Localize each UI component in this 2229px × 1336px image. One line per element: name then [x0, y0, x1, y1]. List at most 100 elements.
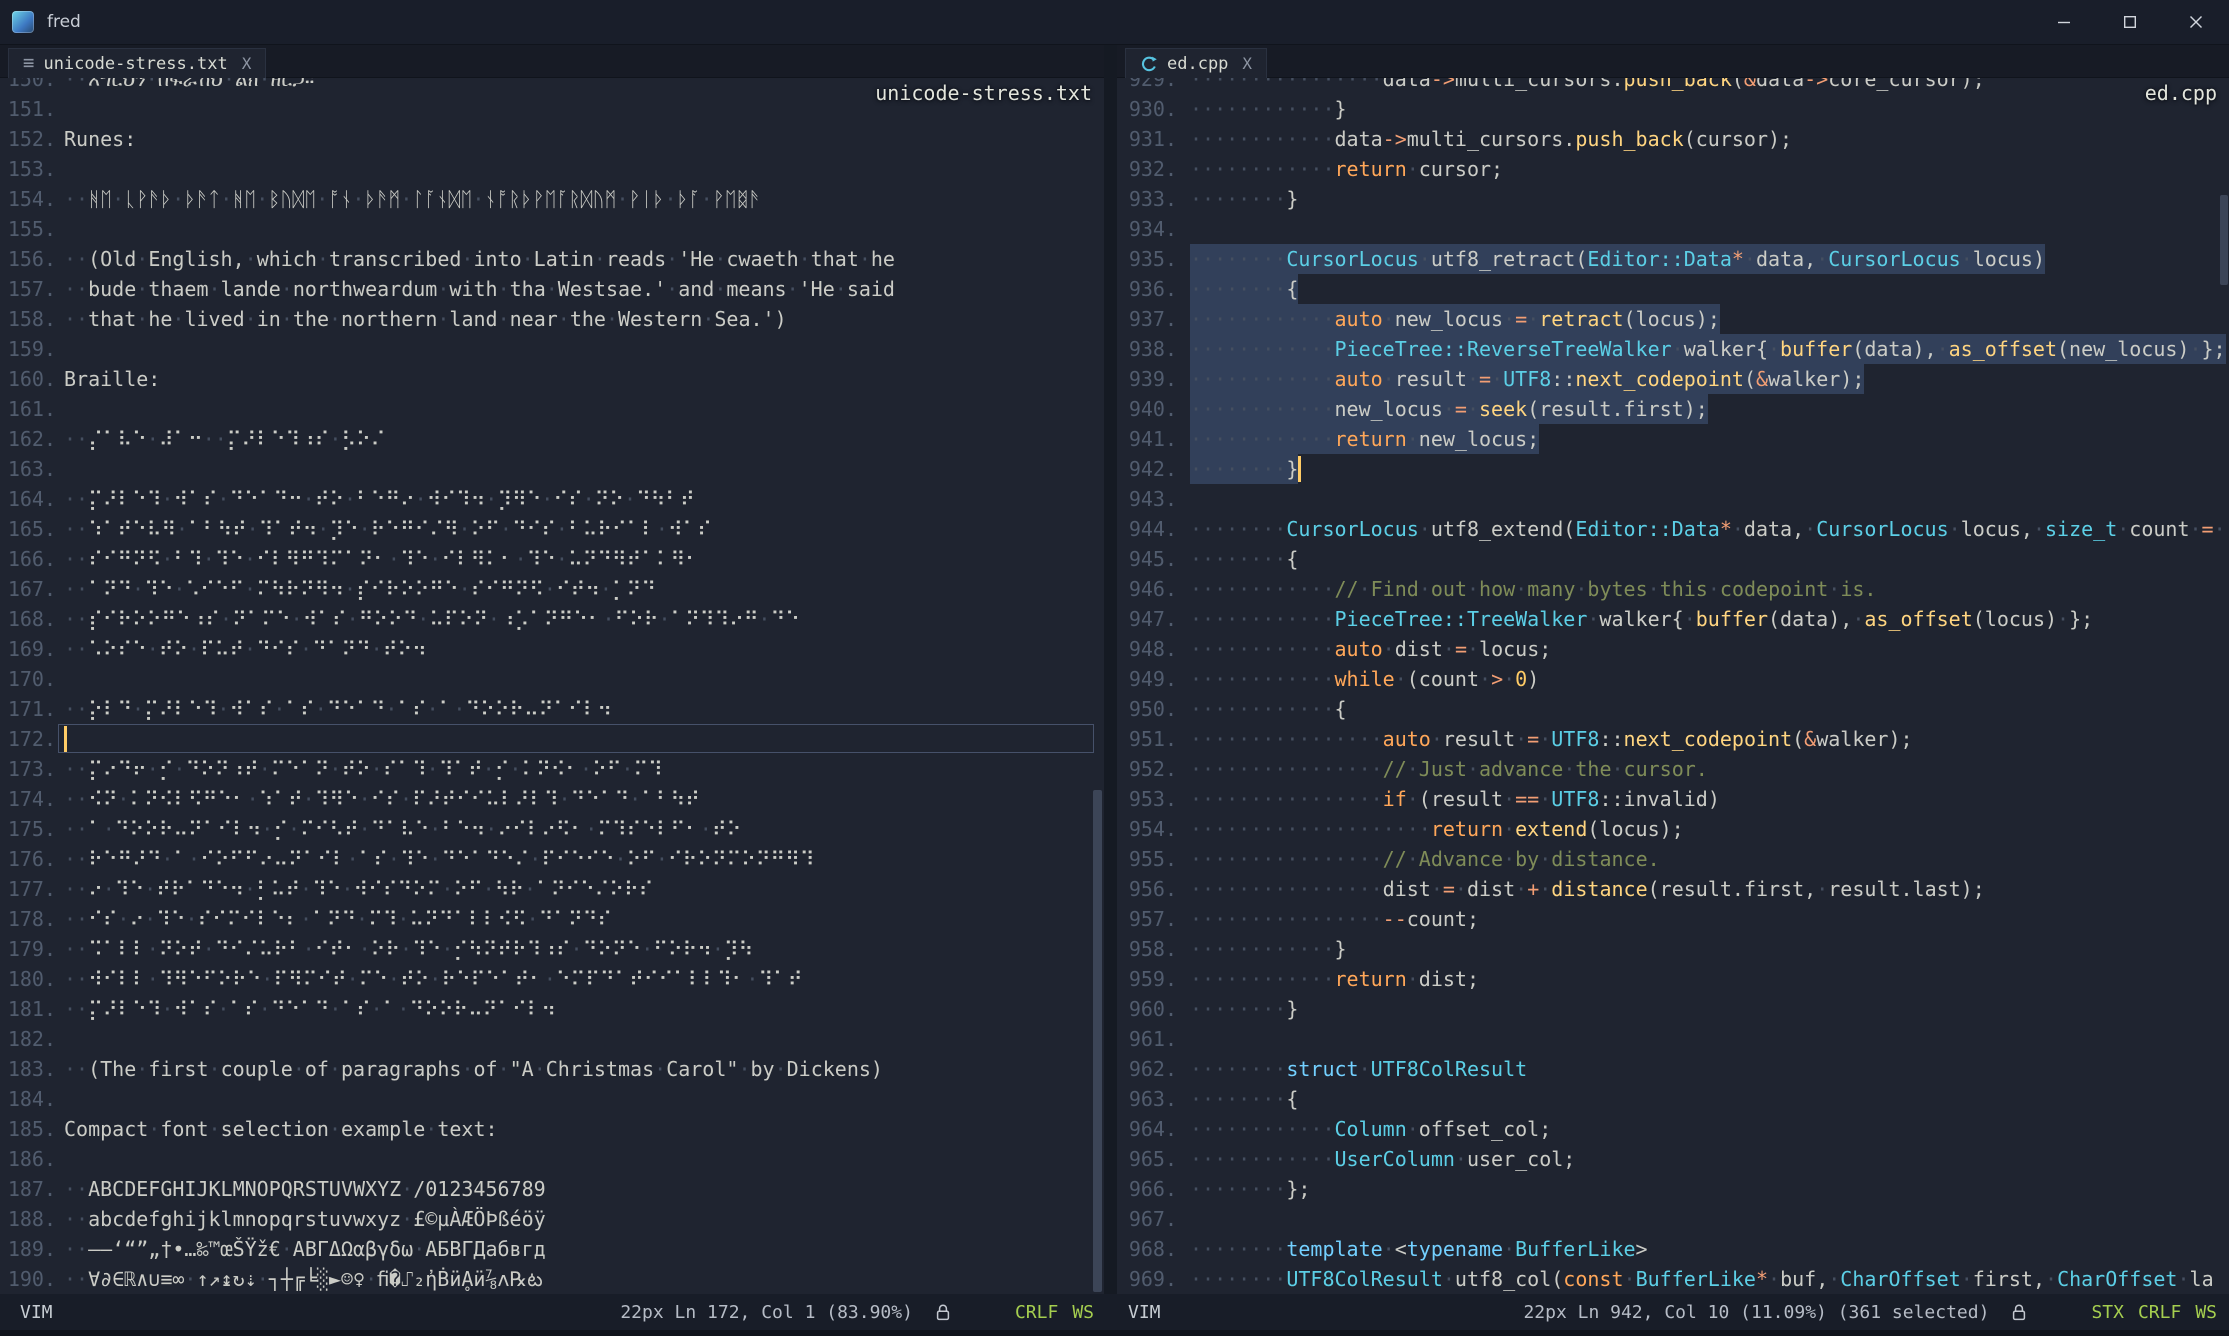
code-line[interactable]: 936.········{ — [1117, 274, 2229, 304]
code-line[interactable]: 935.········CursorLocus·utf8_retract(Edi… — [1117, 244, 2229, 274]
code-line[interactable]: 947.············PieceTree::TreeWalker·wa… — [1117, 604, 2229, 634]
maximize-button[interactable] — [2097, 0, 2163, 44]
code-line[interactable]: 159. — [0, 334, 1104, 364]
code-line[interactable]: 960.········} — [1117, 994, 2229, 1024]
code-line[interactable]: 959.············return·dist; — [1117, 964, 2229, 994]
minimize-button[interactable] — [2031, 0, 2097, 44]
code-line[interactable]: 967. — [1117, 1204, 2229, 1234]
code-line[interactable]: 964.············Column·offset_col; — [1117, 1114, 2229, 1144]
line-number: 962. — [1117, 1054, 1177, 1084]
code-line[interactable]: 188.··abcdefghijklmnopqrstuvwxyz·£©µÀÆÖÞ… — [0, 1204, 1104, 1234]
code-line[interactable]: 943. — [1117, 484, 2229, 514]
code-line[interactable]: 175.··⠁·⠙⠕⠕⠗⠤⠝⠁⠊⠇⠲·⡊·⠍⠊⠣⠞·⠙⠁⠧⠑·⠃⠑⠲·⠔⠊⠇⠔⠫… — [0, 814, 1104, 844]
code-line[interactable]: 189.··–—‘“”„†•…‰™œŠŸž€·ΑΒΓΔΩαβγδω·АБВГДа… — [0, 1234, 1104, 1264]
code-line[interactable]: 937.············auto·new_locus·=·retract… — [1117, 304, 2229, 334]
close-button[interactable] — [2163, 0, 2229, 44]
code-line[interactable]: 933.········} — [1117, 184, 2229, 214]
code-line[interactable]: 155. — [0, 214, 1104, 244]
code-line[interactable]: 169.··⠡⠕⠎⠑·⠞⠕·⠏⠥⠞·⠙⠊⠎·⠙⠁⠝⠙·⠞⠕⠲ — [0, 634, 1104, 664]
scrollbar-thumb[interactable] — [2220, 195, 2228, 285]
code-line[interactable]: 164.··⡍⠜⠇⠑⠹·⠺⠁⠎·⠙⠑⠁⠙⠒·⠞⠕·⠃⠑⠛⠔·⠺⠊⠹⠲·⡹⠻⠑·⠊… — [0, 484, 1104, 514]
code-line[interactable]: 166.··⠎⠊⠛⠝⠫·⠃⠹·⠹⠑·⠊⠇⠻⠛⠹⠍⠁⠝⠂·⠹⠑·⠊⠇⠻⠅⠂·⠹⠑·… — [0, 544, 1104, 574]
code-line[interactable]: 165.··⠱⠁⠞⠑⠧⠻·⠁⠃⠳⠞·⠹⠁⠞⠲·⡹⠑·⠗⠑⠛⠊⠌⠻·⠕⠋·⠙⠊⠎·… — [0, 514, 1104, 544]
code-line[interactable]: 965.············UserColumn·user_col; — [1117, 1144, 2229, 1174]
code-line[interactable]: 173.··⡍⠔⠙⠖·⡊·⠙⠕⠝⠰⠞·⠍⠑⠁⠝·⠞⠕·⠎⠁⠹·⠹⠁⠞·⡊·⠅⠝⠪… — [0, 754, 1104, 784]
pane-divider[interactable] — [1104, 45, 1117, 1294]
code-line[interactable]: 961. — [1117, 1024, 2229, 1054]
code-line[interactable]: 942.········} — [1117, 454, 2229, 484]
code-line[interactable]: 152.Runes: — [0, 124, 1104, 154]
code-line[interactable]: 160.Braille: — [0, 364, 1104, 394]
code-line[interactable]: 163. — [0, 454, 1104, 484]
line-text: ··⠪⠝·⠅⠝⠪⠇⠫⠛⠑⠂·⠱⠁⠞·⠹⠻⠑·⠊⠎·⠏⠜⠞⠊⠊⠥⠇⠜⠇⠹·⠙⠑⠁⠙… — [64, 784, 700, 814]
code-line[interactable]: 185.Compact·font·selection·example·text: — [0, 1114, 1104, 1144]
code-line[interactable]: 174.··⠪⠝·⠅⠝⠪⠇⠫⠛⠑⠂·⠱⠁⠞·⠹⠻⠑·⠊⠎·⠏⠜⠞⠊⠊⠥⠇⠜⠇⠹·… — [0, 784, 1104, 814]
code-line[interactable]: 157.··bude·thaem·lande·northweardum·with… — [0, 274, 1104, 304]
code-line[interactable]: 168.··⡎⠊⠗⠕⠕⠛⠑⠰⠎·⠝⠁⠍⠑·⠺⠁⠎·⠛⠕⠕⠙·⠥⠏⠕⠝·⠰⡡⠁⠝⠛… — [0, 604, 1104, 634]
line-text: ··⠁·⠙⠕⠕⠗⠤⠝⠁⠊⠇⠲·⡊·⠍⠊⠣⠞·⠙⠁⠧⠑·⠃⠑⠲·⠔⠊⠇⠔⠫⠂·⠍⠹… — [64, 814, 741, 844]
code-line[interactable]: 180.··⠺⠊⠇⠇·⠹⠻⠑⠋⠕⠗⠑·⠏⠻⠍⠊⠞·⠍⠑·⠞⠕·⠗⠑⠏⠑⠁⠞⠂·⠑… — [0, 964, 1104, 994]
code-line[interactable]: 968.········template·<typename·BufferLik… — [1117, 1234, 2229, 1264]
code-line[interactable]: 178.··⠊⠎·⠔·⠹⠑·⠎⠊⠍⠊⠇⠑⠆·⠁⠝⠙·⠍⠹·⠥⠝⠙⠁⠇⠇⠪⠫·⠙⠁… — [0, 904, 1104, 934]
status-left-pane: VIM 22px Ln 172, Col 1 (83.90%) CRLF WS — [0, 1294, 1104, 1330]
code-line[interactable]: 954.····················return·extend(lo… — [1117, 814, 2229, 844]
code-line[interactable]: 956.················dist·=·dist·+·distan… — [1117, 874, 2229, 904]
code-line[interactable]: 183.··(The·first·couple·of·paragraphs·of… — [0, 1054, 1104, 1084]
tab-unicode-stress-txt[interactable]: ≡ unicode-stress.txt X — [8, 48, 266, 78]
scrollbar-thumb[interactable] — [1093, 790, 1102, 1292]
code-line[interactable]: 186. — [0, 1144, 1104, 1174]
code-line[interactable]: 190.··∀∂∈ℝ∧∪≡∞·↑↗↨↻⇣·┐┼╔╘░►☺♀·ﬁ�⑀₂ἠḂӥḀӥ⅞… — [0, 1264, 1104, 1294]
code-line[interactable]: 948.············auto·dist·=·locus; — [1117, 634, 2229, 664]
code-line[interactable]: 940.············new_locus·=·seek(result.… — [1117, 394, 2229, 424]
code-line[interactable]: 953.················if·(result·==·UTF8::… — [1117, 784, 2229, 814]
code-line[interactable]: 181.··⡍⠜⠇⠑⠹·⠺⠁⠎·⠁⠎·⠙⠑⠁⠙·⠁⠎·⠁·⠙⠕⠕⠗⠤⠝⠁⠊⠇⠲ — [0, 994, 1104, 1024]
tab-close-icon[interactable]: X — [1242, 54, 1252, 73]
code-line[interactable]: 158.··that·he·lived·in·the·northern·land… — [0, 304, 1104, 334]
code-line[interactable]: 171.··⡕⠇⠙·⡍⠜⠇⠑⠹·⠺⠁⠎·⠁⠎·⠙⠑⠁⠙·⠁⠎·⠁·⠙⠕⠕⠗⠤⠝⠁… — [0, 694, 1104, 724]
code-line[interactable]: 963.········{ — [1117, 1084, 2229, 1114]
code-line[interactable]: 161. — [0, 394, 1104, 424]
code-line[interactable]: 957.················--count; — [1117, 904, 2229, 934]
code-line[interactable]: 969.········UTF8ColResult·utf8_col(const… — [1117, 1264, 2229, 1294]
code-line[interactable]: 932.············return·cursor; — [1117, 154, 2229, 184]
code-line[interactable]: 966.········}; — [1117, 1174, 2229, 1204]
cursor-position-indicator: 22px Ln 172, Col 1 (83.90%) — [620, 1302, 913, 1323]
code-line[interactable]: 945.········{ — [1117, 544, 2229, 574]
code-line[interactable]: 939.············auto·result·=·UTF8::next… — [1117, 364, 2229, 394]
code-line[interactable]: 929.················data->multi_cursors.… — [1117, 78, 2229, 94]
code-line[interactable]: 177.··⠔·⠹⠑·⠞⠗⠁⠙⠑⠲·⡃⠥⠞·⠹⠑·⠺⠊⠎⠙⠕⠍·⠕⠋·⠳⠗·⠁⠝… — [0, 874, 1104, 904]
code-line[interactable]: 951.················auto·result·=·UTF8::… — [1117, 724, 2229, 754]
code-line[interactable]: 187.··ABCDEFGHIJKLMNOPQRSTUVWXYZ·/012345… — [0, 1174, 1104, 1204]
code-line[interactable]: 156.··(Old·English,·which·transcribed·in… — [0, 244, 1104, 274]
code-line[interactable]: 949.············while·(count·>·0) — [1117, 664, 2229, 694]
editor-viewport-right[interactable]: 929.················data->multi_cursors.… — [1117, 78, 2229, 1294]
code-line[interactable]: 958.············} — [1117, 934, 2229, 964]
code-line[interactable]: 184. — [0, 1084, 1104, 1114]
code-line[interactable]: 938.············PieceTree::ReverseTreeWa… — [1117, 334, 2229, 364]
line-text: ····················return·extend(locus)… — [1190, 814, 1684, 844]
tab-close-icon[interactable]: X — [242, 54, 252, 73]
code-line[interactable]: 946.············//·Find·out·how·many·byt… — [1117, 574, 2229, 604]
code-line[interactable]: 931.············data->multi_cursors.push… — [1117, 124, 2229, 154]
code-line[interactable]: 176.··⠗⠑⠛⠜⠙·⠁·⠊⠕⠋⠋⠔⠤⠝⠁⠊⠇·⠁⠎·⠹⠑·⠙⠑⠁⠙⠑⠌·⠏⠊… — [0, 844, 1104, 874]
line-number: 939. — [1117, 364, 1177, 394]
code-line[interactable]: 934. — [1117, 214, 2229, 244]
code-line[interactable]: 154.··ᚻᛖ·ᚳᚹᚫᚦ·ᚦᚫᛏ·ᚻᛖ·ᛒᚢᛞᛖ·ᚩᚾ·ᚦᚫᛗ·ᛚᚪᚾᛞᛖ·ᚾ… — [0, 184, 1104, 214]
overlay-filename: ed.cpp — [2145, 81, 2217, 105]
code-line[interactable]: 941.············return·new_locus; — [1117, 424, 2229, 454]
code-line[interactable]: 179.··⠩⠁⠇⠇·⠝⠕⠞·⠙⠊⠌⠥⠗⠃·⠊⠞⠂·⠕⠗·⠹⠑·⡊⠳⠝⠞⠗⠹⠰⠎… — [0, 934, 1104, 964]
line-text: ········}; — [1190, 1174, 1310, 1204]
editor-viewport-left[interactable]: 150.··እግርህን·በፍራሽህ·ልክ·ዘርጋ።151.152.Runes:1… — [0, 78, 1104, 1294]
code-line[interactable]: 944.········CursorLocus·utf8_extend(Edit… — [1117, 514, 2229, 544]
code-line[interactable]: 167.··⠁⠝⠙·⠹⠑·⠡⠊⠑⠋·⠍⠳⠗⠝⠻⠲·⡎⠊⠗⠕⠕⠛⠑·⠎⠊⠛⠝⠫·⠊… — [0, 574, 1104, 604]
code-line[interactable]: 153. — [0, 154, 1104, 184]
code-line[interactable]: 952.················//·Just·advance·the·… — [1117, 754, 2229, 784]
code-line[interactable]: 962.········struct·UTF8ColResult — [1117, 1054, 2229, 1084]
code-line[interactable]: 162.··⡌⠁⠧⠑·⠼⠁⠒··⡍⠜⠇⠑⠹⠰⠎·⡣⠕⠌ — [0, 424, 1104, 454]
code-line[interactable]: 930.············} — [1117, 94, 2229, 124]
tab-ed-cpp[interactable]: ed.cpp X — [1125, 48, 1267, 78]
code-line[interactable]: 182. — [0, 1024, 1104, 1054]
code-line[interactable]: 950.············{ — [1117, 694, 2229, 724]
code-line[interactable]: 955.················//·Advance·by·distan… — [1117, 844, 2229, 874]
code-line[interactable]: 170. — [0, 664, 1104, 694]
